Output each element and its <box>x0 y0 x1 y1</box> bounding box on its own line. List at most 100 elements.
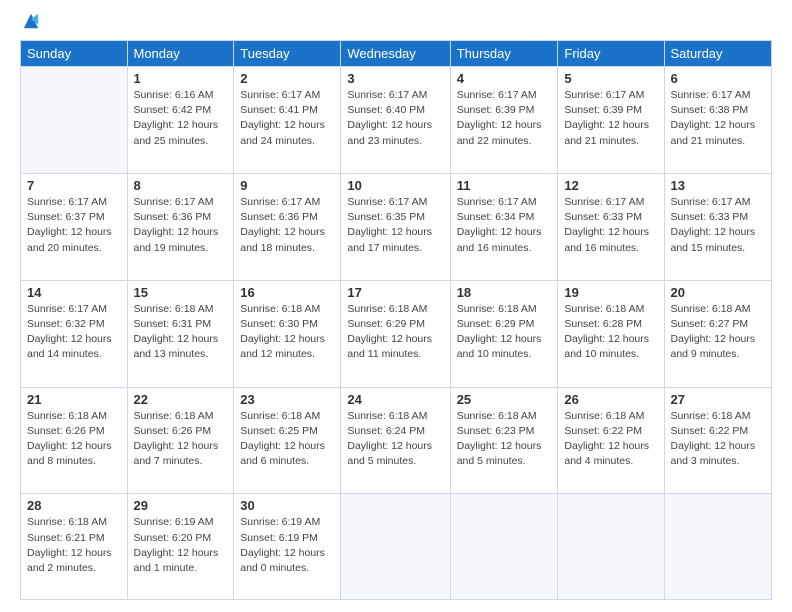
calendar-cell: 4 Sunrise: 6:17 AM Sunset: 6:39 PM Daylig… <box>450 67 558 174</box>
day-info: Sunrise: 6:18 AM Sunset: 6:22 PM Dayligh… <box>671 409 766 470</box>
day-number: 10 <box>347 178 443 193</box>
day-info: Sunrise: 6:18 AM Sunset: 6:29 PM Dayligh… <box>347 302 443 363</box>
calendar-cell: 23 Sunrise: 6:18 AM Sunset: 6:25 PM Dayli… <box>234 387 341 494</box>
day-info: Sunrise: 6:17 AM Sunset: 6:39 PM Dayligh… <box>564 88 657 149</box>
weekday-header: Sunday <box>21 41 128 67</box>
weekday-header: Wednesday <box>341 41 450 67</box>
calendar-cell: 5Sunrise: 6:17 AM Sunset: 6:39 PM Daylig… <box>558 67 664 174</box>
calendar-cell: 26 Sunrise: 6:18 AM Sunset: 6:22 PM Dayli… <box>558 387 664 494</box>
day-number: 14 <box>27 285 121 300</box>
calendar-cell: 30 Sunrise: 6:19 AM Sunset: 6:19 PM Dayli… <box>234 494 341 600</box>
day-info: Sunrise: 6:18 AM Sunset: 6:26 PM Dayligh… <box>27 409 121 470</box>
day-number: 11 <box>457 178 552 193</box>
day-number: 9 <box>240 178 334 193</box>
calendar-cell: 29 Sunrise: 6:19 AM Sunset: 6:20 PM Dayli… <box>127 494 234 600</box>
calendar-cell: 21 Sunrise: 6:18 AM Sunset: 6:26 PM Dayli… <box>21 387 128 494</box>
day-info: Sunrise: 6:17 AM Sunset: 6:39 PM Dayligh… <box>457 88 552 149</box>
calendar-cell: 10 Sunrise: 6:17 AM Sunset: 6:35 PM Dayli… <box>341 173 450 280</box>
calendar-cell: 13 Sunrise: 6:17 AM Sunset: 6:33 PM Dayli… <box>664 173 772 280</box>
day-number: 3 <box>347 71 443 86</box>
calendar-cell: 17 Sunrise: 6:18 AM Sunset: 6:29 PM Dayli… <box>341 280 450 387</box>
calendar-week-row: 1 Sunrise: 6:16 AM Sunset: 6:42 PM Daylig… <box>21 67 772 174</box>
day-info: Sunrise: 6:17 AM Sunset: 6:36 PM Dayligh… <box>240 195 334 256</box>
day-info: Sunrise: 6:18 AM Sunset: 6:23 PM Dayligh… <box>457 409 552 470</box>
calendar-week-row: 28 Sunrise: 6:18 AM Sunset: 6:21 PM Dayli… <box>21 494 772 600</box>
day-info: Sunrise: 6:17 AM Sunset: 6:34 PM Dayligh… <box>457 195 552 256</box>
calendar-cell: 18 Sunrise: 6:18 AM Sunset: 6:29 PM Dayli… <box>450 280 558 387</box>
day-info: Sunrise: 6:17 AM Sunset: 6:38 PM Dayligh… <box>671 88 766 149</box>
calendar-cell: 12 Sunrise: 6:17 AM Sunset: 6:33 PM Dayli… <box>558 173 664 280</box>
day-number: 12 <box>564 178 657 193</box>
calendar-cell <box>558 494 664 600</box>
calendar-cell: 14 Sunrise: 6:17 AM Sunset: 6:32 PM Dayli… <box>21 280 128 387</box>
day-number: 29 <box>134 498 228 513</box>
day-number: 26 <box>564 392 657 407</box>
day-info: Sunrise: 6:17 AM Sunset: 6:32 PM Dayligh… <box>27 302 121 363</box>
weekday-header: Saturday <box>664 41 772 67</box>
page: SundayMondayTuesdayWednesdayThursdayFrid… <box>0 0 792 612</box>
day-info: Sunrise: 6:18 AM Sunset: 6:21 PM Dayligh… <box>27 515 121 576</box>
weekday-header: Tuesday <box>234 41 341 67</box>
calendar-cell <box>664 494 772 600</box>
weekday-header: Friday <box>558 41 664 67</box>
day-info: Sunrise: 6:17 AM Sunset: 6:41 PM Dayligh… <box>240 88 334 149</box>
day-info: Sunrise: 6:17 AM Sunset: 6:33 PM Dayligh… <box>671 195 766 256</box>
day-info: Sunrise: 6:17 AM Sunset: 6:33 PM Dayligh… <box>564 195 657 256</box>
calendar-cell <box>341 494 450 600</box>
calendar-cell: 2Sunrise: 6:17 AM Sunset: 6:41 PM Daylig… <box>234 67 341 174</box>
day-info: Sunrise: 6:18 AM Sunset: 6:29 PM Dayligh… <box>457 302 552 363</box>
day-number: 13 <box>671 178 766 193</box>
day-number: 18 <box>457 285 552 300</box>
day-info: Sunrise: 6:18 AM Sunset: 6:28 PM Dayligh… <box>564 302 657 363</box>
header <box>20 16 772 30</box>
day-number: 21 <box>27 392 121 407</box>
day-number: 17 <box>347 285 443 300</box>
calendar-cell: 16 Sunrise: 6:18 AM Sunset: 6:30 PM Dayli… <box>234 280 341 387</box>
day-info: Sunrise: 6:17 AM Sunset: 6:36 PM Dayligh… <box>134 195 228 256</box>
calendar-cell: 8 Sunrise: 6:17 AM Sunset: 6:36 PM Daylig… <box>127 173 234 280</box>
day-number: 1 <box>134 71 228 86</box>
day-number: 28 <box>27 498 121 513</box>
day-number: 30 <box>240 498 334 513</box>
day-number: 25 <box>457 392 552 407</box>
calendar-cell: 15 Sunrise: 6:18 AM Sunset: 6:31 PM Dayli… <box>127 280 234 387</box>
day-number: 24 <box>347 392 443 407</box>
calendar-cell: 22Sunrise: 6:18 AM Sunset: 6:26 PM Dayli… <box>127 387 234 494</box>
day-info: Sunrise: 6:18 AM Sunset: 6:27 PM Dayligh… <box>671 302 766 363</box>
day-info: Sunrise: 6:18 AM Sunset: 6:31 PM Dayligh… <box>134 302 228 363</box>
calendar-cell: 6 Sunrise: 6:17 AM Sunset: 6:38 PM Daylig… <box>664 67 772 174</box>
day-number: 6 <box>671 71 766 86</box>
day-number: 16 <box>240 285 334 300</box>
calendar-week-row: 21 Sunrise: 6:18 AM Sunset: 6:26 PM Dayli… <box>21 387 772 494</box>
day-number: 8 <box>134 178 228 193</box>
calendar-cell: 20 Sunrise: 6:18 AM Sunset: 6:27 PM Dayli… <box>664 280 772 387</box>
calendar-cell <box>450 494 558 600</box>
day-number: 19 <box>564 285 657 300</box>
calendar-table: SundayMondayTuesdayWednesdayThursdayFrid… <box>20 40 772 600</box>
day-number: 23 <box>240 392 334 407</box>
day-number: 20 <box>671 285 766 300</box>
day-number: 22 <box>134 392 228 407</box>
weekday-header: Thursday <box>450 41 558 67</box>
logo-icon <box>22 12 40 30</box>
calendar-cell: 25 Sunrise: 6:18 AM Sunset: 6:23 PM Dayli… <box>450 387 558 494</box>
day-number: 7 <box>27 178 121 193</box>
day-number: 27 <box>671 392 766 407</box>
logo <box>20 20 40 30</box>
calendar-cell: 24Sunrise: 6:18 AM Sunset: 6:24 PM Dayli… <box>341 387 450 494</box>
calendar-cell: 11 Sunrise: 6:17 AM Sunset: 6:34 PM Dayli… <box>450 173 558 280</box>
calendar-cell: 28 Sunrise: 6:18 AM Sunset: 6:21 PM Dayli… <box>21 494 128 600</box>
weekday-header: Monday <box>127 41 234 67</box>
calendar-cell: 1 Sunrise: 6:16 AM Sunset: 6:42 PM Daylig… <box>127 67 234 174</box>
day-number: 4 <box>457 71 552 86</box>
day-info: Sunrise: 6:19 AM Sunset: 6:20 PM Dayligh… <box>134 515 228 576</box>
day-info: Sunrise: 6:17 AM Sunset: 6:35 PM Dayligh… <box>347 195 443 256</box>
day-info: Sunrise: 6:18 AM Sunset: 6:25 PM Dayligh… <box>240 409 334 470</box>
day-info: Sunrise: 6:18 AM Sunset: 6:22 PM Dayligh… <box>564 409 657 470</box>
day-info: Sunrise: 6:16 AM Sunset: 6:42 PM Dayligh… <box>134 88 228 149</box>
calendar-cell: 19 Sunrise: 6:18 AM Sunset: 6:28 PM Dayli… <box>558 280 664 387</box>
day-number: 15 <box>134 285 228 300</box>
day-info: Sunrise: 6:19 AM Sunset: 6:19 PM Dayligh… <box>240 515 334 576</box>
day-info: Sunrise: 6:18 AM Sunset: 6:30 PM Dayligh… <box>240 302 334 363</box>
day-info: Sunrise: 6:17 AM Sunset: 6:40 PM Dayligh… <box>347 88 443 149</box>
